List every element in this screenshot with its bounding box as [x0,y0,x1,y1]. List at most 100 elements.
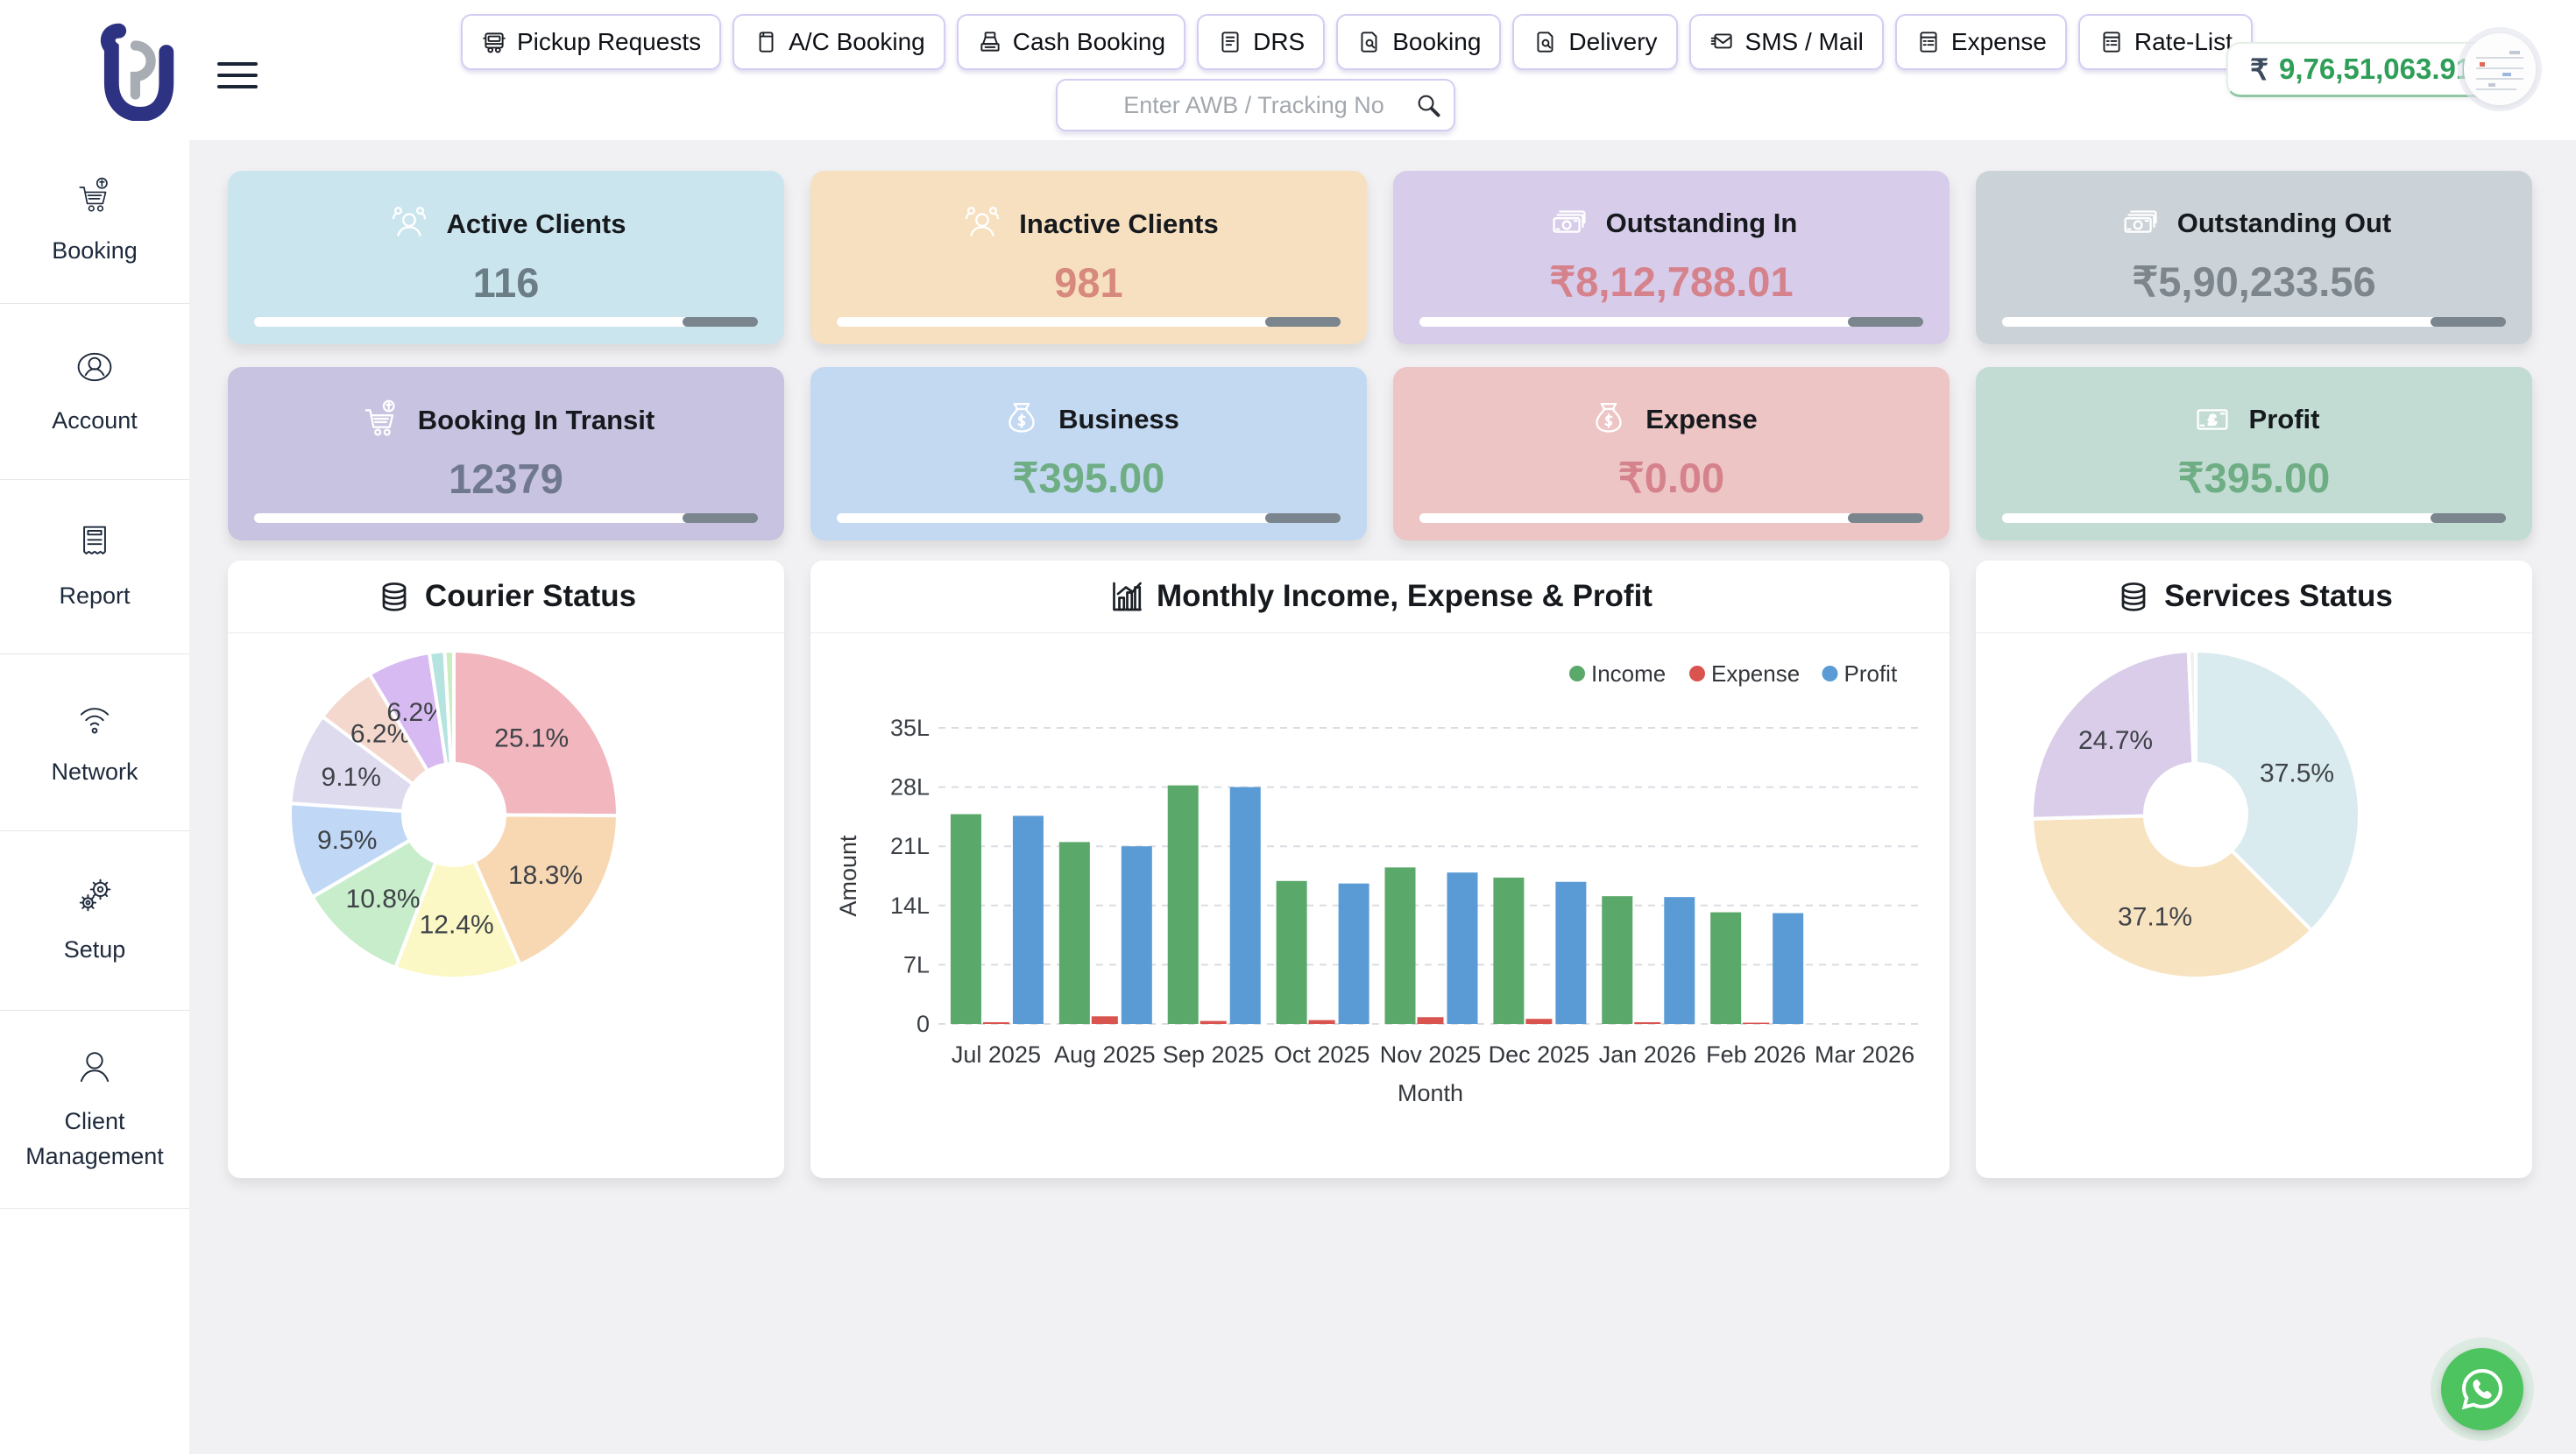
nav-label: Cash Booking [1013,28,1165,56]
bar-chart-icon [1108,578,1144,615]
svg-text:Aug 2025: Aug 2025 [1054,1041,1156,1068]
whatsapp-button[interactable] [2441,1348,2523,1430]
svg-text:Mar 2026: Mar 2026 [1815,1041,1914,1068]
whatsapp-icon [2458,1365,2507,1414]
cash-icon [1546,200,1593,247]
ledger-icon [2098,29,2125,55]
truck-icon [481,29,507,55]
page-search-icon [1532,29,1559,55]
card-inactive-clients: Inactive Clients 981 [810,171,1367,344]
svg-text:Expense: Expense [1711,660,1800,687]
svg-text:Oct 2025: Oct 2025 [1274,1041,1370,1068]
nav-label: DRS [1253,28,1305,56]
svg-text:37.5%: 37.5% [2260,759,2334,788]
card-profit: Profit ₹395.00 [1976,367,2532,540]
wifi-icon [72,695,117,741]
svg-text:10.8%: 10.8% [346,885,421,914]
nav-label: Rate-List [2134,28,2233,56]
nav-sms-mail-button[interactable]: SMS / Mail [1689,14,1884,70]
sidebar-item-setup[interactable]: Setup [0,831,189,1011]
nav-expense-button[interactable]: Expense [1895,14,2067,70]
coins-icon [376,578,413,615]
cart-dollar-icon [72,174,117,220]
courier-status-card: Courier Status 25.1%18.3%12.4%10.8%9.5%9… [228,561,784,1178]
svg-text:Income: Income [1591,660,1666,687]
sidebar-item-booking[interactable]: Booking [0,140,189,304]
nav-label: Delivery [1568,28,1657,56]
nav-drs-button[interactable]: DRS [1197,14,1325,70]
nav-pickup-requests-button[interactable]: Pickup Requests [461,14,721,70]
users-icon [386,201,433,248]
card-expense: Expense ₹0.00 [1393,367,1950,540]
card-value: 981 [1054,258,1122,307]
cash-register-icon [977,29,1003,55]
svg-text:Month: Month [1398,1080,1463,1106]
card-title: Outstanding Out [2177,208,2392,239]
card-value: ₹0.00 [1618,454,1724,503]
sidebar: Booking Account Report Network Setup Cli… [0,140,190,1454]
card-value: ₹8,12,788.01 [1549,258,1793,307]
monthly-bar-chart: 07L14L21L28L35LJul 2025Aug 2025Sep 2025O… [810,633,1950,1168]
nav-label: SMS / Mail [1745,28,1864,56]
sidebar-item-label: Report [18,579,172,613]
nav-ac-booking-button[interactable]: A/C Booking [732,14,945,70]
card-progress-bar [837,317,1341,327]
search-icon[interactable] [1413,90,1443,120]
card-booking-in-transit: Booking In Transit 12379 [228,367,784,540]
sidebar-item-account[interactable]: Account [0,304,189,480]
nav-label: Pickup Requests [517,28,701,56]
card-progress-bar [254,513,758,523]
document-icon [1217,29,1243,55]
card-progress-bar [2002,317,2506,327]
svg-text:0: 0 [916,1011,930,1037]
svg-text:Feb 2026: Feb 2026 [1706,1041,1806,1068]
menu-toggle-button[interactable] [217,54,258,96]
svg-text:21L: 21L [890,833,930,859]
card-business: Business ₹395.00 [810,367,1367,540]
card-outstanding-in: Outstanding In ₹8,12,788.01 [1393,171,1950,344]
page-search-icon [1356,29,1383,55]
awb-search-input[interactable] [1058,91,1413,120]
mail-icon [1709,29,1736,55]
svg-text:Profit: Profit [1844,660,1898,687]
svg-text:Dec 2025: Dec 2025 [1489,1041,1590,1068]
sidebar-item-label: Booking [18,234,172,268]
card-value: ₹5,90,233.56 [2132,258,2375,307]
svg-text:12.4%: 12.4% [420,911,494,940]
avatar[interactable] [2464,33,2536,105]
person-icon [72,1045,117,1090]
nav-label: Booking [1392,28,1481,56]
card-value: 116 [473,258,540,307]
sidebar-item-label: Account [18,404,172,438]
sidebar-item-network[interactable]: Network [0,654,189,831]
coins-icon [2115,578,2152,615]
gears-icon [72,873,117,919]
charts-row: Courier Status 25.1%18.3%12.4%10.8%9.5%9… [228,561,2532,1178]
receipt-icon [72,519,117,565]
card-title: Outstanding In [1606,208,1798,239]
svg-text:Jan 2026: Jan 2026 [1599,1041,1696,1068]
card-progress-bar [1419,317,1923,327]
svg-text:37.1%: 37.1% [2118,903,2192,932]
sidebar-item-client-management[interactable]: Client Management [0,1011,189,1209]
nav-cash-booking-button[interactable]: Cash Booking [957,14,1185,70]
account-balance[interactable]: ₹ 9,76,51,063.91 [2226,42,2495,97]
user-circle-icon [72,344,117,390]
sidebar-item-label: Network [18,755,172,789]
sidebar-item-label: Client Management [18,1105,172,1173]
nav-delivery-button[interactable]: Delivery [1512,14,1677,70]
card-title: Inactive Clients [1019,208,1218,240]
users-icon [959,201,1006,248]
svg-text:9.1%: 9.1% [322,763,381,792]
svg-text:Nov 2025: Nov 2025 [1380,1041,1482,1068]
banknote-icon [2189,396,2236,443]
svg-text:14L: 14L [890,893,930,919]
svg-text:Jul 2025: Jul 2025 [952,1041,1041,1068]
svg-text:28L: 28L [890,774,930,801]
nav-label: A/C Booking [789,28,925,56]
card-value: ₹395.00 [1013,454,1165,503]
svg-text:9.5%: 9.5% [317,826,377,855]
sidebar-item-report[interactable]: Report [0,480,189,654]
nav-booking-button[interactable]: Booking [1336,14,1501,70]
monthly-income-expense-profit-card: Monthly Income, Expense & Profit 07L14L2… [810,561,1950,1178]
